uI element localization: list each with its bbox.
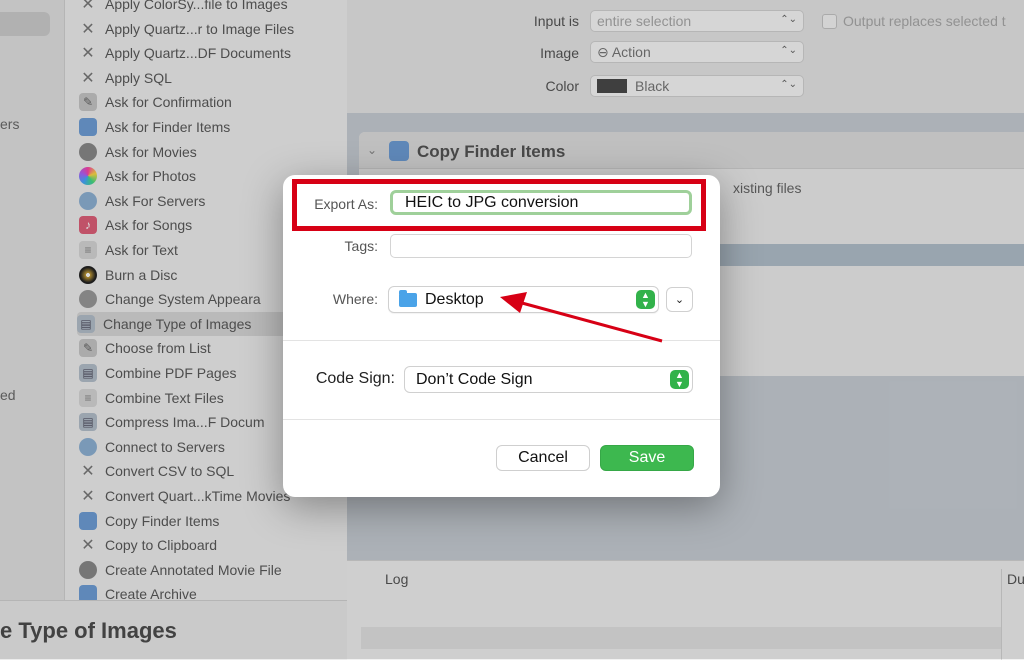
annotation-arrow-head (500, 292, 527, 313)
annotation-arrow (500, 292, 663, 343)
automator-window: ers ed ✕ Apply ColorSy...file to Images ✕ A… (0, 0, 1024, 660)
annotation-arrow-line (521, 301, 663, 343)
